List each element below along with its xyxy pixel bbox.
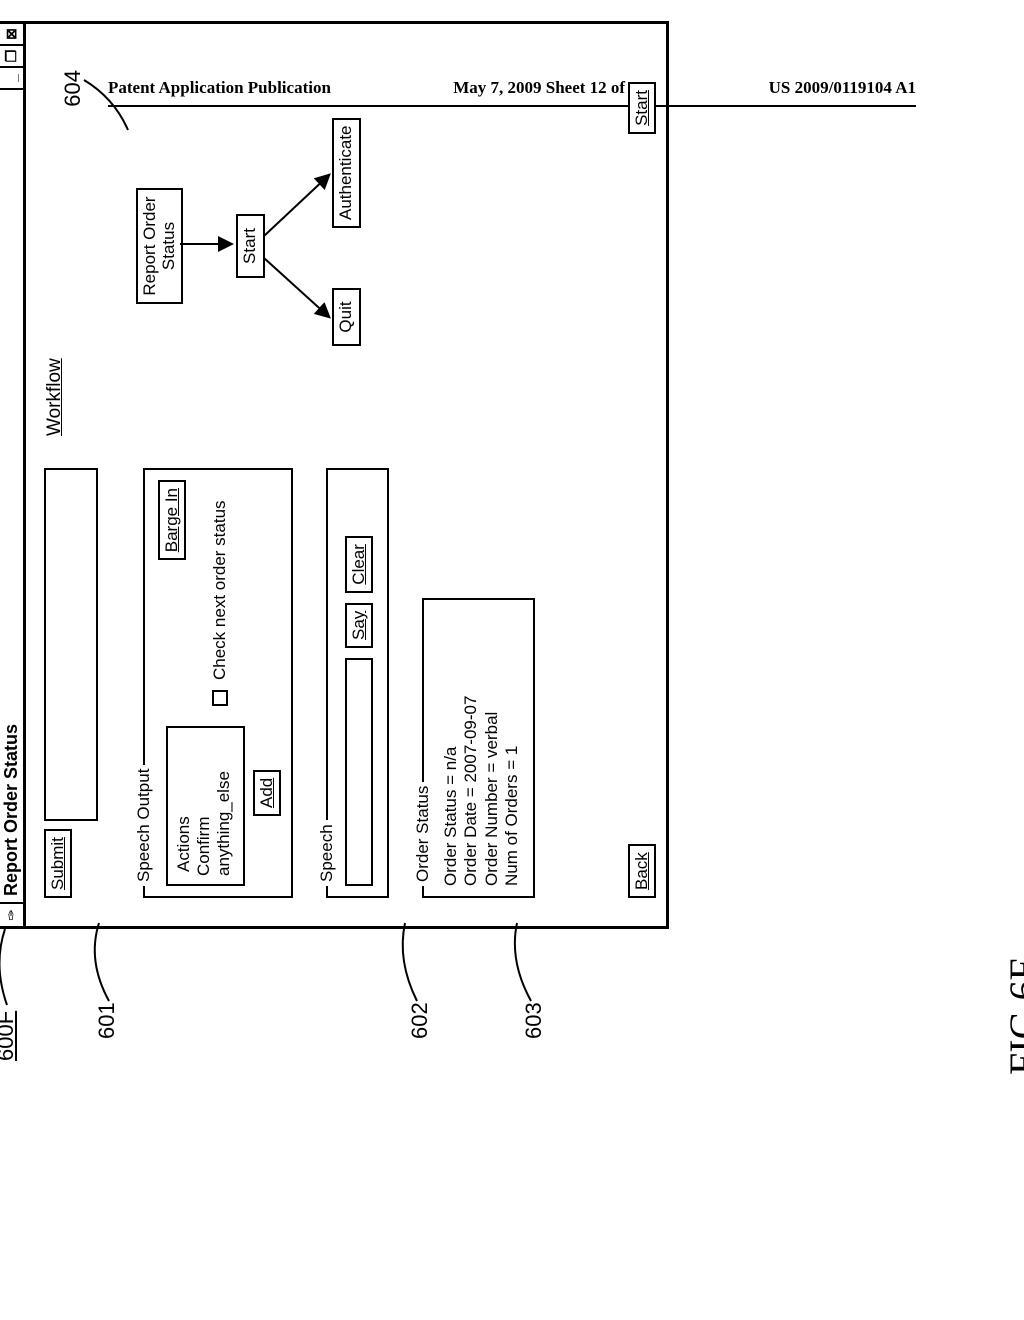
speech-input[interactable] bbox=[345, 658, 373, 886]
speech-fieldset: Speech Say Clear bbox=[317, 468, 389, 898]
add-button[interactable]: Add bbox=[253, 770, 281, 816]
order-status-fieldset: Order Status Order Status = n/a Order Da… bbox=[413, 598, 535, 898]
ref-600f: 600F bbox=[0, 1011, 19, 1061]
barge-in-button[interactable]: Barge In bbox=[158, 480, 186, 560]
submit-field[interactable] bbox=[44, 468, 98, 821]
lead-602 bbox=[397, 921, 427, 1001]
clear-button[interactable]: Clear bbox=[345, 536, 373, 593]
ref-604: 604 bbox=[60, 70, 86, 107]
lead-601 bbox=[91, 921, 121, 1001]
order-status-line-2: Order Date = 2007-09-07 bbox=[461, 610, 481, 886]
ref-602: 602 bbox=[407, 1002, 433, 1039]
check-next-row: Check next order status bbox=[210, 500, 230, 706]
window-buttons: _ ❐ ⊠ bbox=[0, 24, 23, 90]
wf-node-report-order-status[interactable]: Report Order Status bbox=[136, 188, 183, 304]
check-next-checkbox[interactable] bbox=[212, 690, 228, 706]
maximize-button[interactable]: ❐ bbox=[0, 46, 23, 68]
header-right: US 2009/0119104 A1 bbox=[769, 78, 916, 98]
figure-label: FIG.6F bbox=[1000, 958, 1024, 1075]
ref-601: 601 bbox=[94, 1002, 120, 1039]
submit-row: Submit bbox=[44, 468, 98, 898]
wf-node-quit[interactable]: Quit bbox=[332, 288, 361, 346]
right-pane: Workflow 604 Report Order Status Start Q… bbox=[26, 24, 666, 456]
window-icon: ✑ bbox=[0, 902, 23, 926]
order-status-legend: Order Status bbox=[413, 782, 433, 886]
back-button[interactable]: Back bbox=[628, 844, 656, 898]
order-status-line-1: Order Status = n/a bbox=[441, 610, 461, 886]
actions-text-2: anything_else bbox=[214, 736, 234, 876]
order-status-line-4: Num of Orders = 1 bbox=[502, 610, 522, 886]
order-status-line-3: Order Number = verbal bbox=[482, 610, 502, 886]
check-next-label: Check next order status bbox=[210, 500, 230, 680]
wf-node-1-label: Report Order Status bbox=[140, 196, 178, 295]
wf-node-authenticate[interactable]: Authenticate bbox=[332, 118, 361, 228]
submit-button[interactable]: Submit bbox=[44, 829, 72, 898]
window-title: Report Order Status bbox=[0, 90, 23, 902]
app-window: ✑ Report Order Status _ ❐ ⊠ Submit Speec… bbox=[0, 21, 669, 929]
workflow-area: Report Order Status Start Quit Authentic… bbox=[116, 36, 536, 446]
lead-600f bbox=[0, 925, 19, 1005]
wf-arrow-2-3 bbox=[264, 236, 336, 326]
actions-legend: Actions bbox=[174, 736, 194, 876]
wf-node-4-label: Authenticate bbox=[336, 125, 355, 220]
actions-text-1: Confirm bbox=[194, 736, 214, 876]
ref-603: 603 bbox=[521, 1002, 547, 1039]
minimize-button[interactable]: _ bbox=[0, 68, 23, 90]
close-button[interactable]: ⊠ bbox=[0, 24, 23, 46]
speech-output-legend: Speech Output bbox=[134, 765, 154, 886]
wf-node-start[interactable]: Start bbox=[236, 214, 265, 278]
left-pane: Submit Speech Output Barge In Actions Co… bbox=[26, 456, 666, 926]
window-body: Submit Speech Output Barge In Actions Co… bbox=[26, 24, 666, 926]
speech-legend: Speech bbox=[317, 820, 337, 886]
figure-diagram: FIG.6F 600F 601 602 603 ✑ Report Order S… bbox=[0, 291, 1024, 1075]
order-status-lines: Order Status = n/a Order Date = 2007-09-… bbox=[441, 610, 523, 886]
say-button[interactable]: Say bbox=[345, 603, 373, 648]
lead-603 bbox=[509, 921, 541, 1001]
speech-row: Say Clear bbox=[345, 480, 373, 886]
speech-output-fieldset: Speech Output Barge In Actions Confirm a… bbox=[134, 468, 293, 898]
wf-node-2-label: Start bbox=[240, 228, 259, 264]
wf-node-3-label: Quit bbox=[336, 301, 355, 332]
titlebar: ✑ Report Order Status _ ❐ ⊠ bbox=[0, 24, 26, 926]
wf-arrow-1-2 bbox=[180, 237, 236, 251]
wf-arrow-2-4 bbox=[264, 152, 336, 242]
footer-buttons: Back Start bbox=[628, 476, 656, 898]
actions-fieldset: Actions Confirm anything_else bbox=[166, 726, 245, 886]
